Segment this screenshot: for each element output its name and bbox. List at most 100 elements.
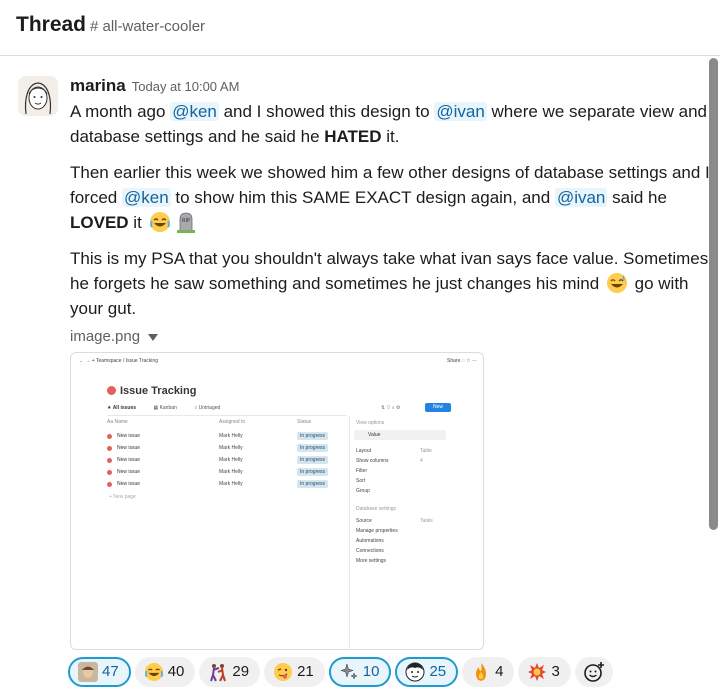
joy-emoji-icon <box>149 212 170 232</box>
message-header: marina Today at 10:00 AM <box>70 76 239 98</box>
people-fighting-icon <box>210 664 227 682</box>
panel-title: View options <box>356 420 385 426</box>
svg-text:RIP: RIP <box>182 218 190 224</box>
author-name[interactable]: marina <box>70 76 126 95</box>
reaction-count: 47 <box>102 663 119 680</box>
add-reaction-button[interactable] <box>574 657 613 687</box>
issue-icon <box>107 482 112 487</box>
thread-title: Thread <box>16 13 87 36</box>
issue-icon <box>107 470 112 475</box>
image-breadcrumb: ← → + Teamspace / Issue Tracking <box>79 358 158 364</box>
message-paragraph-1: A month ago @ken and I showed this desig… <box>70 99 710 149</box>
reaction-sparkles[interactable]: 10 <box>328 657 392 687</box>
panel-layout: Layout <box>356 448 372 454</box>
attachment-file-name[interactable]: image.png <box>70 328 140 345</box>
text: A month ago <box>70 102 171 121</box>
row-assigned: Mark Helly <box>219 481 243 487</box>
panel-source-value: Tasks <box>420 518 433 524</box>
message-timestamp[interactable]: Today at 10:00 AM <box>132 79 240 94</box>
row-assigned: Mark Helly <box>219 433 243 439</box>
image-topbar: ← → + Teamspace / Issue Tracking Share ◌… <box>71 353 483 369</box>
issue-icon <box>107 458 112 463</box>
image-share-label: Share <box>447 358 461 364</box>
panel-filter: Filter <box>356 468 368 474</box>
row-name: New issue <box>117 445 141 451</box>
face-avatar-icon <box>405 662 425 682</box>
panel-source: Source <box>356 518 372 524</box>
thread-header: Thread # all-water-cooler <box>0 0 720 56</box>
row-assigned: Mark Helly <box>219 469 243 475</box>
image-view-all-label: All issues <box>112 405 137 411</box>
image-view-untriaged-label: Untriaged <box>198 405 221 411</box>
scrollbar[interactable] <box>709 58 718 530</box>
mention-ivan[interactable]: @ivan <box>434 102 487 121</box>
reaction-explosion[interactable]: 3 <box>518 657 571 687</box>
bold-text: HATED <box>324 127 382 146</box>
issue-icon <box>107 434 112 439</box>
image-table-row: New issue Mark Helly In progress <box>107 431 347 443</box>
face-with-tongue-icon <box>274 663 293 681</box>
row-name: New issue <box>117 433 141 439</box>
rip-tombstone-icon: RIP <box>176 212 195 233</box>
image-table-row: New issue Mark Helly In progress <box>107 443 347 455</box>
explosion-icon <box>528 663 547 681</box>
reaction-avatar[interactable]: 47 <box>68 657 131 687</box>
panel-value: Value <box>368 432 381 438</box>
image-new-page: + New page <box>109 494 136 500</box>
avatar[interactable] <box>18 76 58 116</box>
image-toolbar-icons: ⇅ ▽ ⌕ ⚙ <box>381 405 401 411</box>
panel-manage-props: Manage properties <box>356 528 398 534</box>
reaction-fighting[interactable]: 29 <box>199 657 261 687</box>
reaction-count: 4 <box>495 663 504 680</box>
panel-automations: Automations <box>356 538 384 544</box>
panel-layout-value: Table <box>420 448 432 454</box>
avatar-face-icon <box>78 662 98 682</box>
mention-ivan[interactable]: @ivan <box>554 188 608 207</box>
panel-db-section: Database settings <box>356 506 397 512</box>
image-table-row: New issue Mark Helly In progress <box>107 455 347 467</box>
chevron-down-icon[interactable] <box>148 334 158 341</box>
row-name: New issue <box>117 457 141 463</box>
image-view-all: ★ All issues <box>107 405 137 411</box>
image-table-row: New issue Mark Helly In progress <box>107 467 347 479</box>
panel-group: Group <box>356 488 370 494</box>
panel-more: More settings <box>356 558 387 564</box>
fire-icon <box>476 663 487 681</box>
panel-show-columns-value: 4 <box>420 458 423 464</box>
text: said he <box>607 188 667 207</box>
channel-link[interactable]: # all-water-cooler <box>90 18 205 35</box>
row-status: In progress <box>297 480 329 488</box>
target-icon <box>107 386 116 395</box>
reaction-face-avatar[interactable]: 25 <box>395 657 459 687</box>
divider <box>107 415 347 416</box>
reaction-fire[interactable]: 4 <box>462 657 515 687</box>
reaction-count: 3 <box>551 663 560 680</box>
reaction-tongue[interactable]: 21 <box>264 657 325 687</box>
image-page-title: Issue Tracking <box>107 385 196 397</box>
image-view-options-panel: View options Value Layout Table Show col… <box>349 416 483 649</box>
reaction-count: 10 <box>362 663 380 680</box>
joy-emoji-icon <box>144 662 163 682</box>
image-view-kanban-label: Kanban <box>159 405 177 411</box>
row-status: In progress <box>297 432 329 440</box>
sweat-smile-emoji-icon <box>606 273 627 293</box>
image-view-kanban: ▦ Kanban <box>153 405 177 411</box>
image-view-untriaged: ○ Untriaged <box>194 405 221 411</box>
image-new-button: New <box>425 403 451 412</box>
text: it <box>128 213 142 232</box>
attachment-image[interactable]: ← → + Teamspace / Issue Tracking Share ◌… <box>70 352 484 650</box>
image-breadcrumb-text: Teamspace / Issue Tracking <box>96 358 158 364</box>
text: and I showed this design to <box>218 102 435 121</box>
reaction-joy[interactable]: 40 <box>134 657 196 687</box>
image-table-row: New issue Mark Helly In progress <box>107 479 347 491</box>
row-name: New issue <box>117 481 141 487</box>
text: to show him this SAME EXACT design again… <box>170 188 555 207</box>
row-status: In progress <box>297 468 329 476</box>
mention-ken[interactable]: @ken <box>121 188 171 207</box>
row-status: In progress <box>297 456 329 464</box>
mention-ken[interactable]: @ken <box>170 102 219 121</box>
bold-text: LOVED <box>70 213 129 232</box>
reaction-count: 25 <box>429 663 447 680</box>
image-col-assigned: Assigned to <box>219 419 246 425</box>
image-views: ★ All issues ▦ Kanban ○ Untriaged <box>107 405 236 411</box>
